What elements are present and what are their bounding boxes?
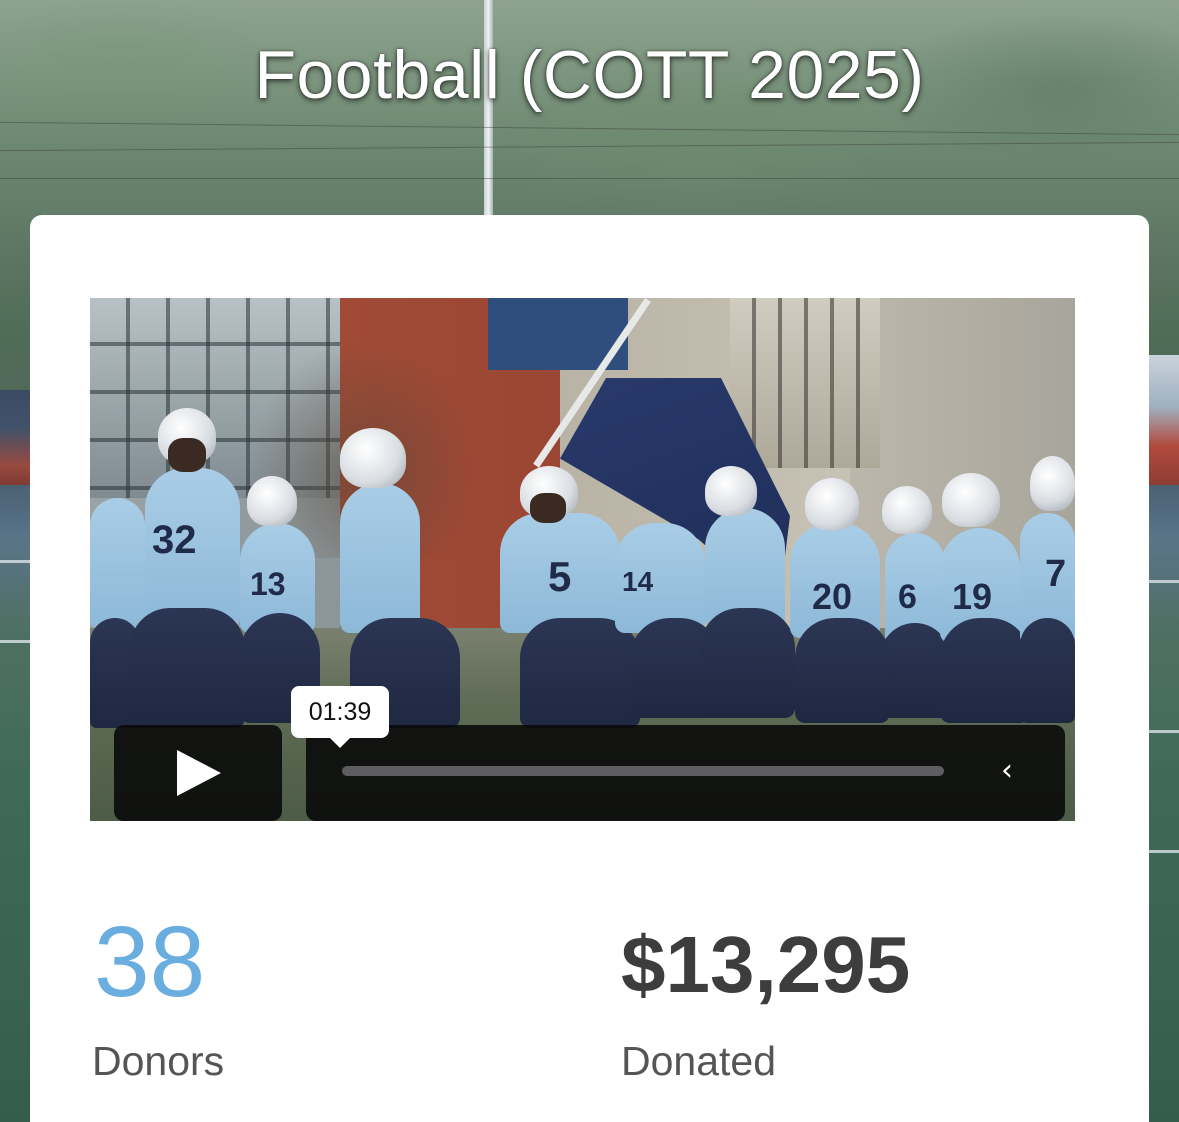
- player: [340, 483, 420, 633]
- power-line: [0, 141, 1179, 152]
- player: [90, 498, 145, 628]
- play-icon: [177, 750, 221, 796]
- jersey-number: 5: [548, 553, 572, 600]
- player: [1020, 618, 1075, 723]
- player: [795, 618, 890, 723]
- player: [130, 608, 245, 728]
- field-line: [1149, 580, 1179, 583]
- player: [940, 618, 1030, 723]
- campaign-card: 32 13 5 14 20 6 19 7 ‹ 01:39 38 Donors $…: [30, 215, 1149, 1122]
- player: [520, 618, 640, 728]
- face: [530, 493, 566, 523]
- donors-count: 38: [94, 906, 206, 1018]
- jersey-number: 20: [812, 576, 853, 617]
- helmet: [247, 476, 297, 526]
- page: Football (COTT 2025) 32 13 5 14 20 6 19 …: [0, 0, 1179, 1122]
- helmet: [340, 428, 406, 488]
- player: [700, 608, 795, 718]
- helmet: [882, 486, 932, 534]
- jersey-number: 32: [152, 518, 197, 562]
- bleachers-right: [1148, 355, 1179, 485]
- donors-label: Donors: [92, 1038, 225, 1084]
- jersey-number: 7: [1045, 553, 1067, 595]
- jersey-number: 14: [622, 566, 654, 597]
- video-player[interactable]: 32 13 5 14 20 6 19 7 ‹ 01:39: [90, 298, 1075, 821]
- play-button[interactable]: [114, 725, 282, 821]
- field-line: [1149, 730, 1179, 733]
- page-title: Football (COTT 2025): [254, 37, 925, 113]
- donated-label: Donated: [621, 1038, 777, 1084]
- progress-track[interactable]: [342, 766, 944, 776]
- jersey-number: 13: [250, 566, 286, 602]
- chevron-left-icon[interactable]: ‹: [994, 756, 1020, 786]
- video-controls-bar: ‹: [306, 725, 1065, 821]
- jersey-number: 19: [952, 576, 993, 617]
- helmet: [942, 473, 1000, 527]
- face: [168, 438, 206, 472]
- helmet: [805, 478, 859, 530]
- power-line: [0, 121, 1179, 136]
- power-line: [0, 178, 1179, 179]
- helmet: [705, 466, 757, 516]
- time-tooltip: 01:39: [291, 686, 389, 748]
- field-line: [1149, 850, 1179, 853]
- jersey-number: 6: [898, 578, 917, 616]
- helmet: [1030, 456, 1075, 511]
- field-line: [0, 560, 30, 563]
- donated-amount: $13,295: [621, 920, 911, 1009]
- bleachers-left: [0, 390, 30, 485]
- field-line: [0, 640, 30, 643]
